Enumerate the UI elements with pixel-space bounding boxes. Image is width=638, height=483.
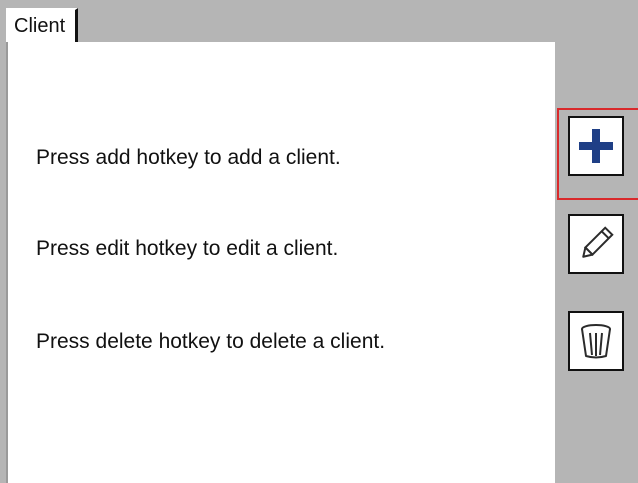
tab-client-label: Client bbox=[14, 14, 66, 37]
pencil-icon bbox=[577, 225, 615, 263]
tab-bar: Client bbox=[0, 0, 638, 42]
edit-hotkey-button[interactable] bbox=[568, 214, 624, 274]
add-instruction: Press add hotkey to add a client. bbox=[36, 146, 341, 169]
trash-icon bbox=[577, 322, 615, 360]
edit-instruction: Press edit hotkey to edit a client. bbox=[36, 237, 339, 260]
client-screen: Client Press add hotkey to add a client.… bbox=[0, 0, 638, 483]
add-hotkey-button[interactable] bbox=[568, 116, 624, 176]
content-panel: Press add hotkey to add a client. Press … bbox=[6, 42, 555, 483]
tab-client[interactable]: Client bbox=[6, 8, 79, 42]
delete-hotkey-button[interactable] bbox=[568, 311, 624, 371]
delete-instruction: Press delete hotkey to delete a client. bbox=[36, 330, 386, 353]
plus-icon bbox=[577, 127, 615, 165]
